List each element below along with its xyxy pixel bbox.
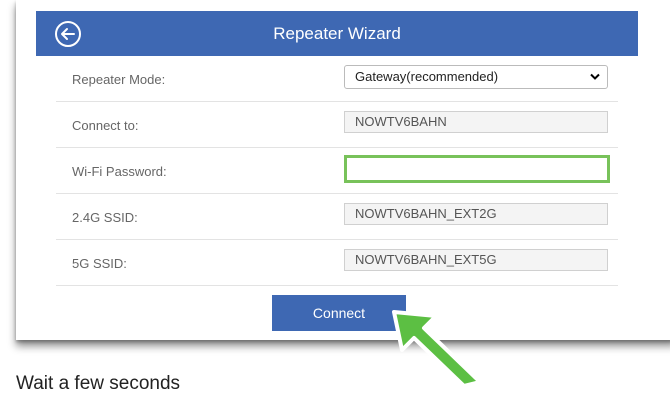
footer-instruction-text: Wait a few seconds	[16, 373, 181, 394]
ssid-5g-label: 5G SSID:	[72, 256, 127, 271]
form-row-connect-to: Connect to: NOWTV6BAHN	[56, 102, 618, 148]
form-row-5g-ssid: 5G SSID: NOWTV6BAHN_EXT5G	[56, 240, 618, 286]
chevron-down-icon	[590, 73, 600, 80]
form-row-2g-ssid: 2.4G SSID: NOWTV6BAHN_EXT2G	[56, 194, 618, 240]
ssid-2g-label: 2.4G SSID:	[72, 210, 138, 225]
pointer-arrow-icon	[392, 310, 482, 386]
repeater-mode-selected-value: Gateway(recommended)	[355, 69, 499, 84]
ssid-5g-field[interactable]: NOWTV6BAHN_EXT5G	[344, 249, 608, 271]
form-row-wifi-password: Wi-Fi Password:	[56, 148, 618, 194]
wifi-password-input[interactable]	[344, 155, 610, 183]
connect-to-field[interactable]: NOWTV6BAHN	[344, 111, 608, 133]
wizard-header: Repeater Wizard	[36, 11, 638, 56]
wifi-password-label: Wi-Fi Password:	[72, 164, 167, 179]
repeater-form: Repeater Mode: Gateway(recommended) Conn…	[56, 56, 618, 286]
page-title: Repeater Wizard	[273, 24, 401, 43]
repeater-mode-select[interactable]: Gateway(recommended)	[344, 65, 608, 89]
form-row-repeater-mode: Repeater Mode: Gateway(recommended)	[56, 56, 618, 102]
repeater-mode-label: Repeater Mode:	[72, 72, 166, 87]
connect-to-label: Connect to:	[72, 118, 139, 133]
ssid-2g-field[interactable]: NOWTV6BAHN_EXT2G	[344, 203, 608, 225]
